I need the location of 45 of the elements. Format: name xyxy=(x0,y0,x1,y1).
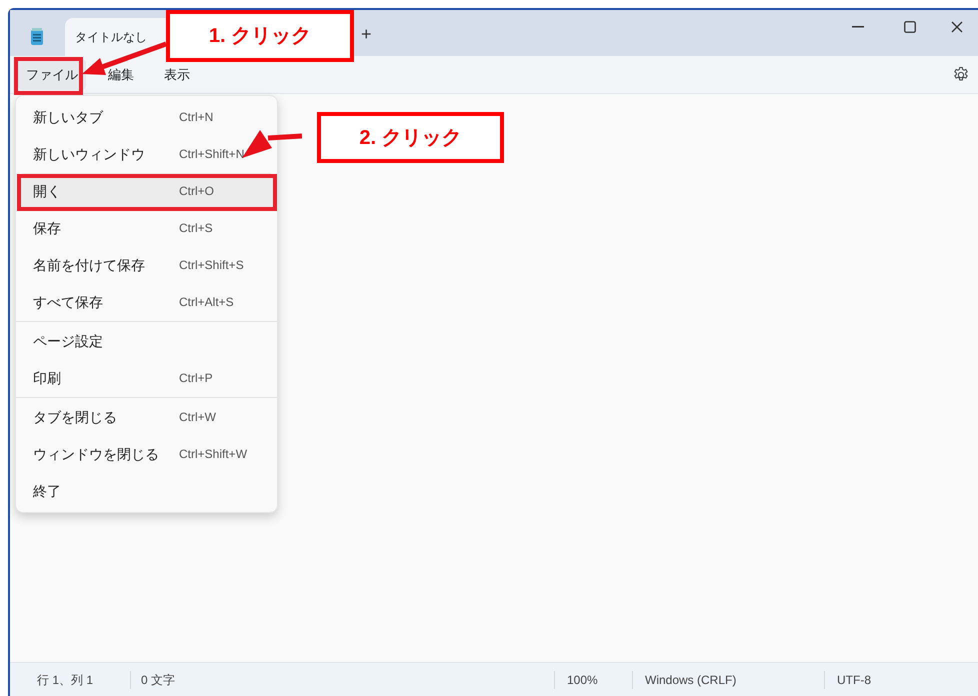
menu-entry[interactable]: 終了 xyxy=(20,473,273,509)
annotation-label: 2. クリック xyxy=(317,112,504,163)
shortcut-text: Ctrl+S xyxy=(179,220,213,237)
shortcut-text: Ctrl+P xyxy=(179,370,213,387)
menu-entry[interactable]: 名前を付けて保存 Ctrl+Shift+S xyxy=(20,247,273,283)
cursor-position: 行 1、列 1 xyxy=(36,672,94,688)
line-ending: Windows (CRLF) xyxy=(632,670,824,688)
document-tab[interactable]: タイトルなし xyxy=(65,18,166,56)
maximize-icon[interactable] xyxy=(904,21,916,33)
shortcut-text: Ctrl+Alt+S xyxy=(179,294,234,311)
close-icon[interactable] xyxy=(951,21,963,33)
shortcut-text: Ctrl+Shift+W xyxy=(179,446,248,463)
menu-entry-label: ウィンドウを閉じる xyxy=(33,444,160,464)
shortcut-text: Ctrl+N xyxy=(179,109,214,126)
shortcut-text: Ctrl+W xyxy=(179,409,216,426)
encoding: UTF-8 xyxy=(824,670,871,688)
menu-entry-label: 新しいウィンドウ xyxy=(33,144,146,164)
menu-entry-label: すべて保存 xyxy=(33,292,104,312)
menu-entry-label: タブを閉じる xyxy=(33,408,118,426)
highlight-frame xyxy=(14,57,83,95)
zoom-level: 100% xyxy=(554,670,632,688)
menu-entry-label: 名前を付けて保存 xyxy=(33,256,146,274)
menu-entry[interactable]: 印刷 Ctrl+P xyxy=(20,360,273,396)
shortcut-text: Ctrl+Shift+S xyxy=(179,257,244,274)
annotation-label: 1. クリック xyxy=(166,10,354,62)
menu-entry-label: 保存 xyxy=(33,218,62,238)
menu-entry[interactable]: ページ設定 xyxy=(20,323,273,359)
menu-entry-label: 印刷 xyxy=(33,368,62,388)
menu-entry[interactable]: すべて保存 Ctrl+Alt+S xyxy=(20,284,273,320)
menu-entry-label: 新しいタブ xyxy=(33,108,104,126)
character-count: 0 文字 xyxy=(130,670,554,688)
menu-entry[interactable]: 新しいウィンドウ Ctrl+Shift+N xyxy=(20,136,273,172)
menu-entry[interactable]: 保存 Ctrl+S xyxy=(20,210,273,246)
menu-entry-label: ページ設定 xyxy=(33,332,104,350)
menu-item[interactable]: 編集 xyxy=(100,58,142,90)
menu-entry[interactable]: タブを閉じる Ctrl+W xyxy=(20,399,273,435)
menu-entry[interactable]: ウィンドウを閉じる Ctrl+Shift+W xyxy=(20,436,273,472)
menu-entry-label: 終了 xyxy=(33,482,62,500)
menu-entry[interactable]: 新しいタブ Ctrl+N xyxy=(20,99,273,135)
new-tab-button[interactable]: + xyxy=(361,21,372,48)
notepad-icon xyxy=(30,28,44,46)
minimize-icon[interactable] xyxy=(852,26,864,28)
shortcut-text: Ctrl+Shift+N xyxy=(179,146,244,163)
shortcut-text: Ctrl+O xyxy=(179,183,214,200)
menu-entry-label: 開く xyxy=(33,182,62,200)
